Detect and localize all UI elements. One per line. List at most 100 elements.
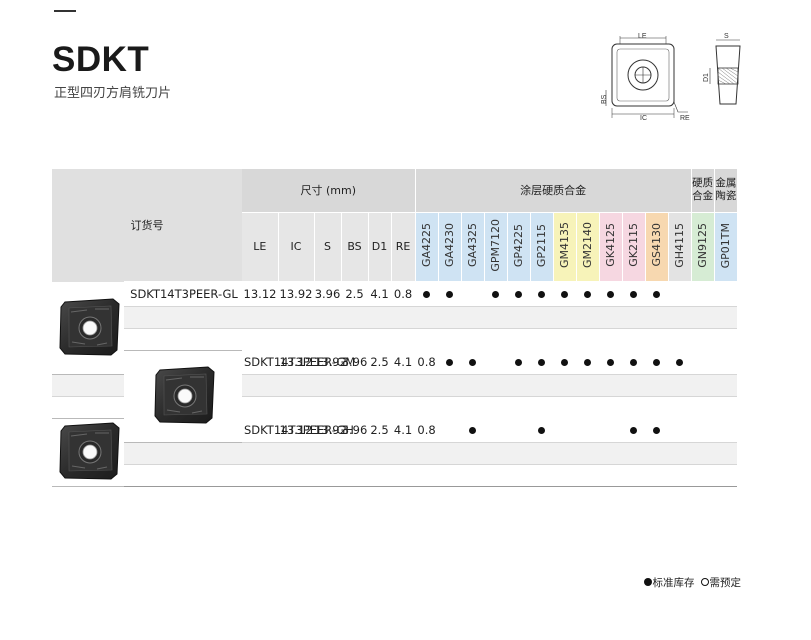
dim-value: 3.96 <box>314 281 341 306</box>
empty-cell <box>438 463 462 487</box>
empty-cell <box>278 463 314 487</box>
empty-cell <box>415 463 439 487</box>
empty-cell <box>124 463 242 487</box>
empty-cell <box>714 305 738 328</box>
empty-cell <box>368 327 391 351</box>
table-row-filler <box>52 327 743 351</box>
order-code: SDKT14T3PEER-GL <box>124 281 242 306</box>
table-row: SDKT14T3PEER-GM 13.12 13.92 3.96 2.5 4.1 0.8 <box>52 349 743 443</box>
empty-cell <box>438 305 462 328</box>
stock-dot-icon <box>607 358 615 366</box>
stock-dot-icon <box>469 358 477 366</box>
empty-cell <box>368 305 391 328</box>
grade-header-gp2115: GP2115 <box>529 212 554 282</box>
empty-cell <box>507 463 531 487</box>
empty-cell <box>368 441 391 464</box>
insert-image-cell <box>124 350 242 443</box>
dimensions-header: 尺寸 (mm) <box>242 169 416 213</box>
stock-cell-gp4225 <box>530 417 554 442</box>
table-row-filler <box>52 441 743 464</box>
dim-header-d1: D1 <box>367 212 391 282</box>
grade-header-gn9125: GN9125 <box>690 212 715 282</box>
stock-cell-gp4225 <box>530 349 554 374</box>
empty-cell <box>124 305 242 328</box>
stock-cell-gk2115 <box>622 281 646 306</box>
empty-cell <box>391 395 416 419</box>
empty-cell <box>484 441 508 464</box>
dim-value: 0.8 <box>415 349 439 374</box>
label-re: RE <box>680 115 690 122</box>
stock-cell-gm4135 <box>576 349 600 374</box>
grade-header-gm4135: GM4135 <box>552 212 577 282</box>
empty-cell <box>341 373 368 396</box>
grade-header-gp4225: GP4225 <box>506 212 531 282</box>
stock-dot-icon <box>676 358 684 366</box>
dim-value: 13.92 <box>314 417 347 442</box>
empty-cell <box>415 441 439 464</box>
empty-cell <box>438 395 462 419</box>
stock-cell-gk2115 <box>645 349 669 374</box>
legend: 标准库存 需预定 <box>643 575 741 590</box>
stock-dot-icon <box>538 426 546 434</box>
empty-cell <box>622 395 646 419</box>
empty-cell <box>530 327 554 351</box>
dim-value: 2.5 <box>368 349 391 374</box>
empty-cell <box>507 373 531 396</box>
empty-cell <box>368 463 391 487</box>
empty-cell <box>599 463 623 487</box>
empty-cell <box>691 463 715 487</box>
empty-cell <box>314 395 341 419</box>
empty-cell <box>507 305 531 328</box>
label-s: S <box>724 33 729 40</box>
stock-cell-ga4230 <box>461 349 485 374</box>
empty-cell <box>415 327 439 351</box>
empty-cell <box>52 373 124 396</box>
empty-cell <box>668 373 692 396</box>
empty-cell <box>341 463 368 487</box>
stock-dot-icon <box>653 358 661 366</box>
grade-header-gk4125: GK4125 <box>598 212 623 282</box>
empty-cell <box>507 441 531 464</box>
order-number-header: 订货号 <box>52 169 242 283</box>
stock-cell-gh4115 <box>668 281 692 306</box>
empty-cell <box>530 305 554 328</box>
empty-cell <box>278 327 314 351</box>
dim-value: 13.12 <box>242 281 278 306</box>
label-bs: BS <box>601 94 608 104</box>
empty-cell <box>341 395 368 419</box>
empty-cell <box>714 395 738 419</box>
table-row: SDKT14T3PEER-GL 13.12 13.92 3.96 2.5 4.1 0.8 <box>52 281 743 375</box>
stock-cell-gp01tm <box>737 349 743 374</box>
insert-image-cell <box>52 282 124 375</box>
empty-cell <box>484 463 508 487</box>
stock-cell-ga4230 <box>438 281 462 306</box>
empty-cell <box>622 463 646 487</box>
stock-cell-gp2115 <box>553 349 577 374</box>
stock-cell-ga4325 <box>484 349 508 374</box>
stock-cell-gn9125 <box>714 417 738 442</box>
empty-cell <box>242 327 278 351</box>
dim-value: 4.1 <box>391 417 416 442</box>
stock-dot-icon <box>607 290 615 298</box>
grade-header-ga4325: GA4325 <box>460 212 485 282</box>
stock-cell-gp2115 <box>530 281 554 306</box>
label-ic: IC <box>640 115 647 122</box>
dim-value: 0.8 <box>415 417 439 442</box>
legend-preorder: 需预定 <box>700 575 741 590</box>
stock-dot-icon <box>538 290 546 298</box>
stock-cell-ga4225 <box>415 281 439 306</box>
empty-cell <box>461 305 485 328</box>
empty-cell <box>622 305 646 328</box>
empty-cell <box>714 441 738 464</box>
stock-dot-icon <box>584 358 592 366</box>
empty-cell <box>691 327 715 351</box>
empty-cell <box>314 327 341 351</box>
empty-cell <box>52 395 124 419</box>
empty-cell <box>576 327 600 351</box>
empty-cell <box>415 305 439 328</box>
stock-dot-icon <box>469 426 477 434</box>
stock-cell-ga4230 <box>461 417 485 442</box>
stock-cell-gp01tm <box>714 281 738 306</box>
empty-cell <box>278 373 314 396</box>
stock-cell-gs4130 <box>668 417 692 442</box>
